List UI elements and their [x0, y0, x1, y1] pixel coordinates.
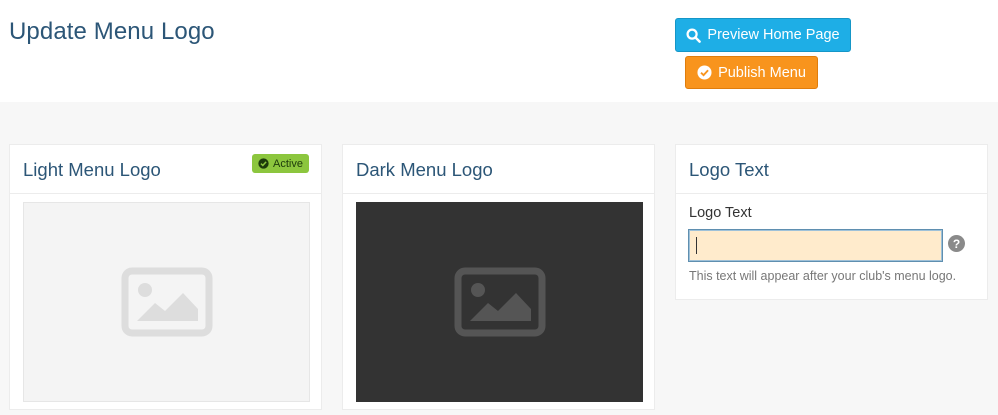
check-circle-icon — [258, 158, 269, 169]
dark-logo-card-title: Dark Menu Logo — [356, 159, 493, 180]
logo-text-input[interactable] — [688, 229, 943, 262]
preview-home-page-button[interactable]: Preview Home Page — [675, 18, 851, 52]
logo-text-card-title: Logo Text — [689, 159, 769, 180]
active-status-badge: Active — [252, 154, 309, 173]
card-header: Dark Menu Logo — [343, 145, 654, 194]
image-icon — [121, 267, 212, 337]
page-title: Update Menu Logo — [9, 18, 215, 45]
dark-menu-logo-card: Dark Menu Logo — [342, 144, 655, 410]
active-badge-label: Active — [273, 157, 303, 170]
light-logo-card-title: Light Menu Logo — [23, 159, 161, 180]
question-circle-icon[interactable]: ? — [948, 235, 965, 252]
check-circle-icon — [697, 65, 712, 80]
publish-menu-button[interactable]: Publish Menu — [685, 56, 818, 89]
light-logo-upload-area[interactable] — [23, 202, 310, 402]
main-content: Light Menu Logo Active Dark Menu Logo Lo… — [0, 102, 998, 415]
preview-button-label: Preview Home Page — [707, 27, 840, 43]
logo-text-card: Logo Text Logo Text ? This text will app… — [675, 144, 988, 300]
logo-text-help: This text will appear after your club's … — [689, 269, 957, 283]
page-header: Update Menu Logo Preview Home Page Publi… — [0, 0, 998, 102]
search-icon — [686, 27, 702, 43]
light-menu-logo-card: Light Menu Logo Active — [9, 144, 322, 410]
card-header: Logo Text — [676, 145, 987, 194]
text-cursor — [696, 237, 697, 254]
logo-text-field-label: Logo Text — [689, 205, 752, 221]
image-icon — [454, 267, 545, 337]
dark-logo-upload-area[interactable] — [356, 202, 643, 402]
publish-button-label: Publish Menu — [718, 64, 806, 81]
card-header: Light Menu Logo Active — [10, 145, 321, 194]
